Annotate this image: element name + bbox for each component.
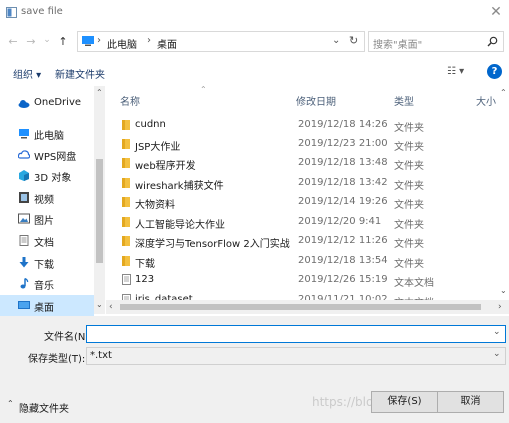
hide-folders-toggle[interactable]: 隐藏文件夹	[19, 400, 69, 415]
file-name: 下载	[135, 259, 155, 270]
scroll-down-arrow-icon[interactable]: ⌄	[500, 286, 507, 295]
file-name: 123	[135, 274, 155, 285]
file-date: 2019/12/26 15:19	[298, 274, 388, 285]
list-item[interactable]: 人工智能导论大作业 2019/12/20 9:41 文件夹	[108, 213, 500, 232]
scroll-up-arrow-icon[interactable]: ⌃	[96, 88, 103, 97]
filename-field[interactable]: ⌄	[86, 325, 506, 343]
file-type: 文件夹	[394, 259, 424, 270]
computer-icon	[82, 36, 94, 46]
file-name: wireshark捕获文件	[135, 181, 224, 192]
column-header-name[interactable]: 名称	[120, 93, 140, 108]
file-list-header: 名称 ⌃ 修改日期 类型 大小	[108, 85, 500, 110]
refresh-button[interactable]: ↻	[349, 34, 358, 47]
file-type: 文件夹	[394, 123, 424, 134]
sort-ascending-icon: ⌃	[200, 85, 207, 94]
list-item[interactable]: wireshark捕获文件 2019/12/18 13:42 文件夹	[108, 174, 500, 193]
file-type: 文件夹	[394, 239, 424, 250]
file-type: 文件夹	[394, 220, 424, 231]
file-name: web程序开发	[135, 161, 196, 172]
file-date: 2019/12/18 14:26	[298, 119, 388, 130]
filetype-label: 保存类型(T):	[28, 354, 86, 365]
organize-menu[interactable]: 组织 ▾	[13, 66, 41, 81]
filetype-value: *.txt	[90, 350, 112, 361]
list-item[interactable]: 深度学习与TensorFlow 2入门实战 2019/12/12 11:26 文…	[108, 232, 500, 251]
file-date: 2019/12/18 13:54	[298, 255, 388, 266]
sidebar-item-label: OneDrive	[34, 97, 82, 108]
file-type: 文件夹	[394, 181, 424, 192]
title-bar: save file ✕	[0, 0, 509, 26]
app-icon	[6, 7, 17, 18]
chevron-right-icon: ›	[147, 35, 151, 46]
list-item[interactable]: web程序开发 2019/12/18 13:48 文件夹	[108, 154, 500, 173]
folder-icon	[122, 138, 131, 149]
file-name: 深度学习与TensorFlow 2入门实战	[135, 239, 290, 250]
list-item[interactable]: 下载 2019/12/18 13:54 文件夹	[108, 252, 500, 271]
navigation-bar: ← → ⌄ ↑ › 此电脑 › 桌面 ⌄ ↻ 搜索"桌面"	[0, 28, 509, 56]
list-item[interactable]: JSP大作业 2019/12/23 21:00 文件夹	[108, 135, 500, 154]
list-item[interactable]: cudnn 2019/12/18 14:26 文件夹	[108, 116, 500, 135]
scroll-right-arrow-icon[interactable]: ›	[498, 302, 502, 312]
cloud-icon	[18, 98, 30, 109]
horizontal-scrollbar[interactable]: ‹ ›	[106, 300, 509, 314]
search-icon[interactable]	[487, 36, 498, 47]
file-type: 文件夹	[394, 200, 424, 211]
recent-locations-button[interactable]: ⌄	[40, 33, 54, 47]
up-button[interactable]: ↑	[56, 35, 70, 49]
chevron-right-icon: ›	[97, 35, 101, 46]
cancel-button[interactable]: 取消	[437, 391, 504, 413]
folder-icon	[122, 216, 131, 227]
search-placeholder: 搜索"桌面"	[373, 40, 423, 51]
folder-icon	[122, 119, 131, 130]
file-type: 文本文档	[394, 278, 434, 289]
back-button[interactable]: ←	[6, 35, 20, 49]
scroll-up-arrow-icon[interactable]: ⌃	[500, 88, 507, 97]
file-date: 2019/12/14 19:26	[298, 196, 388, 207]
file-date: 2019/12/20 9:41	[298, 216, 382, 227]
text-file-icon	[122, 274, 131, 285]
list-item[interactable]: 大物资料 2019/12/14 19:26 文件夹	[108, 193, 500, 212]
file-type: 文件夹	[394, 161, 424, 172]
help-button[interactable]: ?	[487, 64, 502, 79]
filetype-select[interactable]: *.txt ⌄	[86, 347, 506, 365]
file-type: 文件夹	[394, 142, 424, 153]
file-date: 2019/12/18 13:48	[298, 157, 388, 168]
list-item[interactable]: 123 2019/12/26 15:19 文本文档	[108, 271, 500, 290]
chevron-down-icon[interactable]: ⌄	[493, 349, 501, 359]
scrollbar-thumb[interactable]	[120, 304, 481, 310]
file-name: JSP大作业	[135, 142, 181, 153]
folder-icon	[122, 157, 131, 168]
forward-button[interactable]: →	[24, 35, 38, 49]
file-name: 人工智能导论大作业	[135, 220, 225, 231]
breadcrumb-item[interactable]: 桌面	[157, 36, 177, 51]
address-dropdown-icon[interactable]: ⌄	[332, 35, 340, 46]
column-header-type[interactable]: 类型	[394, 93, 414, 108]
view-options-button[interactable]: ☷ ▾	[447, 66, 464, 77]
new-folder-button[interactable]: 新建文件夹	[55, 66, 105, 81]
column-header-size[interactable]: 大小	[476, 93, 496, 108]
file-list-scrollbar[interactable]: ⌃ ⌄	[498, 86, 508, 300]
file-name: cudnn	[135, 119, 166, 130]
address-bar[interactable]: › 此电脑 › 桌面 ⌄ ↻	[77, 31, 365, 52]
file-date: 2019/12/12 11:26	[298, 235, 388, 246]
folder-icon	[122, 177, 131, 188]
column-header-date[interactable]: 修改日期	[296, 93, 336, 108]
file-date: 2019/12/18 13:42	[298, 177, 388, 188]
folder-icon	[122, 196, 131, 207]
toolbar: 组织 ▾ 新建文件夹 ☷ ▾ ?	[0, 60, 509, 84]
chevron-up-icon[interactable]: ⌃	[7, 399, 14, 408]
close-button[interactable]: ✕	[487, 3, 505, 21]
breadcrumb-item[interactable]: 此电脑	[107, 36, 137, 51]
file-date: 2019/12/23 21:00	[298, 138, 388, 149]
scroll-left-arrow-icon[interactable]: ‹	[109, 302, 113, 312]
chevron-down-icon[interactable]: ⌄	[493, 327, 501, 337]
folder-icon	[122, 235, 131, 246]
folder-icon	[122, 255, 131, 266]
window-title: save file	[21, 6, 63, 17]
save-button[interactable]: 保存(S)	[371, 391, 438, 413]
file-name: 大物资料	[135, 200, 175, 211]
search-input[interactable]: 搜索"桌面"	[368, 31, 504, 52]
